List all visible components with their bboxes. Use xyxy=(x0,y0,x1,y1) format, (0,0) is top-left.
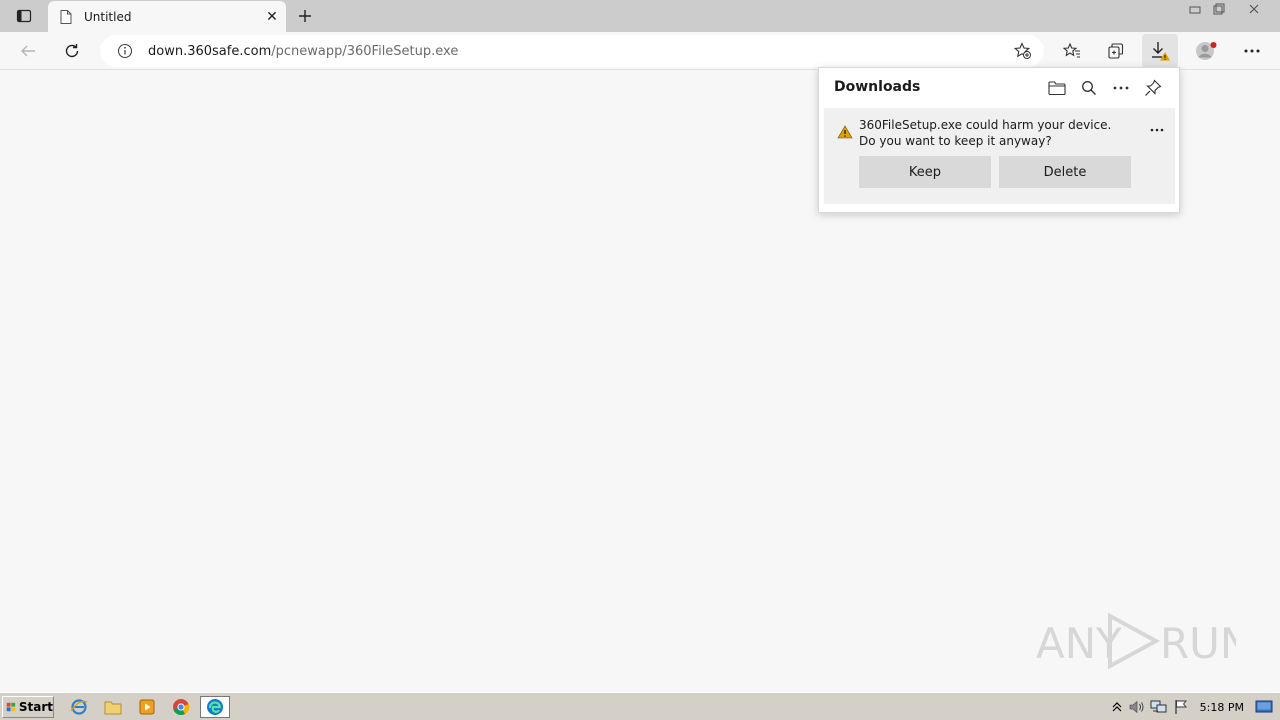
download-warning-message: 360FileSetup.exe could harm your device.… xyxy=(859,118,1112,148)
url-text[interactable]: down.360safe.com/pcnewapp/360FileSetup.e… xyxy=(148,44,458,59)
restore-icon xyxy=(1213,3,1225,15)
add-favorite-icon[interactable] xyxy=(1013,42,1032,60)
watermark-logo: ANY RUN xyxy=(1036,612,1236,670)
taskbar-clock[interactable]: 5:18 PM xyxy=(1200,701,1244,714)
close-window-button[interactable] xyxy=(1234,0,1274,18)
more-options-icon[interactable] xyxy=(1111,78,1131,98)
plus-icon xyxy=(299,10,311,22)
windows-logo-icon xyxy=(6,702,16,712)
show-hidden-icons-icon[interactable] xyxy=(1108,697,1126,717)
open-folder-icon[interactable] xyxy=(1047,78,1067,98)
chrome-taskbar-icon[interactable] xyxy=(170,697,192,717)
warning-icon xyxy=(837,124,853,140)
minimize-button[interactable] xyxy=(1184,0,1206,18)
system-tray: 5:18 PM xyxy=(1108,695,1280,719)
settings-more-button[interactable] xyxy=(1236,36,1268,66)
show-desktop-icon[interactable] xyxy=(1252,697,1276,717)
media-player-taskbar-icon[interactable] xyxy=(136,697,158,717)
start-label: Start xyxy=(18,700,53,714)
network-icon[interactable] xyxy=(1148,697,1170,717)
tab-title: Untitled xyxy=(84,9,132,24)
new-tab-button[interactable] xyxy=(294,5,316,27)
download-warning-icon xyxy=(1152,42,1170,61)
close-icon xyxy=(1249,4,1259,14)
avatar-icon xyxy=(1196,42,1217,60)
explorer-taskbar-icon[interactable] xyxy=(102,697,124,717)
taskbar: Start 5:18 PM xyxy=(0,692,1280,720)
keep-button[interactable]: Keep xyxy=(859,156,991,188)
refresh-icon xyxy=(65,44,79,58)
title-bar: Untitled ✕ xyxy=(0,0,1280,32)
site-info-icon[interactable] xyxy=(116,42,134,60)
pin-icon[interactable] xyxy=(1143,78,1163,98)
start-button[interactable]: Start xyxy=(2,696,54,718)
edge-taskbar-icon[interactable] xyxy=(200,696,230,718)
tab-actions-button[interactable] xyxy=(8,6,40,26)
restore-button[interactable] xyxy=(1208,0,1230,18)
page-icon xyxy=(58,9,74,25)
favorites-icon xyxy=(1063,42,1080,58)
anyrun-watermark: ANY RUN xyxy=(1036,610,1236,670)
collections-button[interactable] xyxy=(1100,36,1132,66)
url-path: /pcnewapp/360FileSetup.exe xyxy=(271,43,459,59)
downloads-panel: Downloads 360FileSetup.exe could harm yo… xyxy=(818,67,1180,213)
browser-toolbar: down.360safe.com/pcnewapp/360FileSetup.e… xyxy=(0,32,1280,70)
downloads-button[interactable] xyxy=(1142,34,1178,68)
delete-button[interactable]: Delete xyxy=(999,156,1131,188)
ellipsis-icon xyxy=(1244,49,1260,53)
item-more-options-icon[interactable] xyxy=(1145,122,1169,138)
ie-taskbar-icon[interactable] xyxy=(68,697,90,717)
volume-icon[interactable] xyxy=(1126,697,1148,717)
tab-untitled[interactable]: Untitled ✕ xyxy=(48,1,286,32)
tab-actions-icon xyxy=(16,9,32,23)
refresh-button[interactable] xyxy=(56,36,88,66)
search-icon[interactable] xyxy=(1079,78,1099,98)
svg-text:RUN: RUN xyxy=(1160,619,1236,668)
profile-button[interactable] xyxy=(1190,36,1222,66)
back-arrow-icon xyxy=(21,45,35,57)
collections-icon xyxy=(1108,43,1124,59)
url-host: down.360safe.com xyxy=(148,43,272,59)
back-button[interactable] xyxy=(12,36,44,66)
favorites-button[interactable] xyxy=(1056,36,1088,66)
address-bar[interactable]: down.360safe.com/pcnewapp/360FileSetup.e… xyxy=(100,35,1044,67)
action-center-flag-icon[interactable] xyxy=(1170,697,1192,717)
downloads-title: Downloads xyxy=(834,79,921,95)
download-item: 360FileSetup.exe could harm your device.… xyxy=(824,108,1175,204)
minimize-icon xyxy=(1189,6,1201,14)
close-tab-icon[interactable]: ✕ xyxy=(264,9,280,25)
